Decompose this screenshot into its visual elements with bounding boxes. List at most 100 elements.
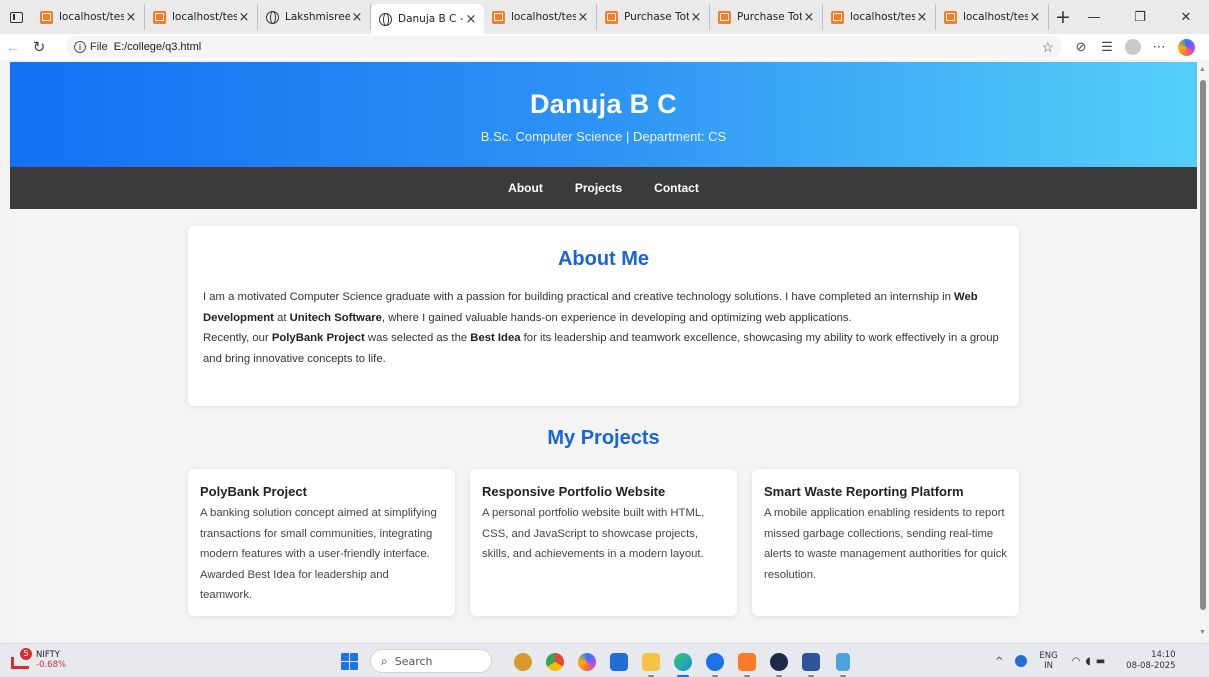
more-menu-icon[interactable]: ⋯: [1146, 34, 1172, 60]
page-header: Danuja B C B.Sc. Computer Science | Depa…: [10, 62, 1197, 167]
about-text: I am a motivated Computer Science gradua…: [203, 287, 1004, 369]
address-bar[interactable]: i File E:/college/q3.html ☆: [66, 36, 1062, 58]
tab-close-icon[interactable]: ×: [1028, 10, 1042, 25]
about-title: About Me: [557, 248, 650, 270]
tab-title: localhost/testp: [172, 11, 237, 23]
browser-toolbar: ← ↻ i File E:/college/q3.html ☆ ⊘ ☰ ⋯: [0, 34, 1209, 60]
xampp-icon: [831, 10, 844, 24]
minimize-icon[interactable]: —: [1071, 0, 1117, 34]
scroll-up-icon[interactable]: ▲: [1199, 66, 1206, 73]
tab-actions-button[interactable]: [0, 0, 32, 34]
extensions-icon[interactable]: ⊘: [1068, 34, 1094, 60]
taskbar: 5 NIFTY -0.68% ⌕ Search ^ ENG IN ◠◖▬ 14:: [0, 643, 1209, 677]
page-scrollbar[interactable]: ▲ ▼: [1198, 62, 1207, 640]
app-icon-xampp[interactable]: [731, 649, 763, 677]
favorites-icon[interactable]: ☰: [1094, 34, 1120, 60]
profile-avatar-icon[interactable]: [1125, 39, 1141, 55]
browser-tab[interactable]: localhost/testp×: [484, 4, 597, 30]
scroll-thumb[interactable]: [1200, 80, 1206, 610]
app-icon-file-explorer[interactable]: [635, 649, 667, 677]
browser-tab[interactable]: localhost/testp×: [32, 4, 145, 30]
tab-close-icon[interactable]: ×: [915, 10, 929, 25]
xampp-icon: [40, 10, 53, 24]
stock-widget-text: NIFTY -0.68%: [36, 650, 66, 670]
tab-actions-icon: [9, 11, 23, 23]
refresh-icon[interactable]: ↻: [26, 34, 52, 60]
restore-icon[interactable]: ❐: [1117, 0, 1163, 34]
app-icon-chrome-notify[interactable]: [699, 649, 731, 677]
nav-link-contact[interactable]: Contact: [654, 181, 699, 195]
tab-title: Purchase Total: [737, 11, 802, 23]
system-tray: ^ ENG IN ◠◖▬ 14:10 08-08-2025: [995, 644, 1176, 677]
scroll-down-icon[interactable]: ▼: [1199, 629, 1206, 636]
project-card: Smart Waste Reporting Platform A mobile …: [752, 469, 1019, 616]
clock[interactable]: 14:10 08-08-2025: [1126, 650, 1175, 672]
tab-title: localhost/testp: [850, 11, 915, 23]
projects-title: My Projects: [547, 427, 660, 449]
project-name: PolyBank Project: [200, 484, 307, 499]
search-placeholder: Search: [394, 654, 433, 668]
page-subtitle: B.Sc. Computer Science | Department: CS: [480, 129, 727, 144]
browser-tab[interactable]: localhost/testp×: [145, 4, 258, 30]
url-text[interactable]: E:/college/q3.html: [114, 41, 201, 53]
tab-close-icon[interactable]: ×: [350, 10, 364, 25]
about-highlight: Unitech Software: [289, 311, 382, 324]
tab-close-icon[interactable]: ×: [237, 10, 251, 25]
info-icon[interactable]: i: [74, 41, 86, 53]
xampp-icon: [605, 10, 618, 24]
project-name: Responsive Portfolio Website: [482, 484, 666, 499]
browser-tab-active[interactable]: Danuja B C - Po×: [371, 4, 484, 34]
about-highlight: Best Idea: [470, 332, 521, 344]
app-icon-word[interactable]: [795, 649, 827, 677]
copilot-icon[interactable]: [1178, 38, 1195, 56]
app-icon-store[interactable]: [603, 649, 635, 675]
language-code: ENG: [1039, 651, 1058, 661]
browser-tab[interactable]: localhost/testp×: [823, 4, 936, 30]
scheme-label: File: [90, 41, 108, 53]
tab-close-icon[interactable]: ×: [802, 10, 816, 25]
globe-icon: [379, 12, 392, 26]
windows-start-icon[interactable]: [341, 653, 358, 670]
browser-tab-strip: localhost/testp× localhost/testp× Lakshm…: [0, 0, 1209, 34]
back-arrow-icon[interactable]: ←: [0, 34, 26, 60]
region-code: IN: [1044, 661, 1053, 671]
xampp-icon: [944, 10, 957, 24]
language-indicator[interactable]: ENG IN: [1039, 651, 1057, 671]
tab-title: Lakshmisree T: [285, 11, 350, 23]
taskbar-search[interactable]: ⌕ Search: [370, 649, 492, 673]
app-icon-edge[interactable]: [667, 649, 699, 677]
project-description: A mobile application enabling residents …: [764, 507, 1008, 581]
globe-icon: [266, 10, 279, 24]
app-icon-media[interactable]: [763, 649, 795, 677]
tab-close-icon[interactable]: ×: [464, 12, 478, 27]
network-volume-battery-icons[interactable]: ◠◖▬: [1072, 656, 1110, 667]
show-hidden-icons-icon[interactable]: ^: [995, 656, 1003, 667]
tab-close-icon[interactable]: ×: [689, 10, 703, 25]
app-icon-copilot[interactable]: [571, 649, 603, 675]
browser-tab[interactable]: Purchase Total×: [710, 4, 823, 30]
toolbar-icons: ⊘ ☰ ⋯: [1068, 34, 1195, 60]
onedrive-icon[interactable]: [1015, 655, 1028, 667]
search-icon: ⌕: [381, 653, 388, 668]
tab-close-icon[interactable]: ×: [576, 10, 590, 25]
app-icon-widget[interactable]: [507, 649, 539, 675]
xampp-icon: [153, 10, 166, 24]
xampp-icon: [718, 10, 731, 24]
stock-widget[interactable]: 5 NIFTY -0.68%: [9, 648, 66, 672]
project-description: A personal portfolio website built with …: [482, 507, 705, 560]
close-window-icon[interactable]: ✕: [1163, 0, 1209, 34]
tab-close-icon[interactable]: ×: [124, 10, 138, 25]
xampp-icon: [492, 10, 505, 24]
nav-link-about[interactable]: About: [508, 181, 543, 195]
app-icon-chrome[interactable]: [539, 649, 571, 675]
nav-link-projects[interactable]: Projects: [575, 181, 622, 195]
browser-tab[interactable]: localhost/testp×: [936, 4, 1049, 30]
tab-title: localhost/testp: [59, 11, 124, 23]
clock-date: 08-08-2025: [1126, 661, 1176, 671]
favorite-star-icon[interactable]: ☆: [1041, 39, 1054, 56]
browser-tab[interactable]: Lakshmisree T×: [258, 4, 371, 30]
site-nav: About Projects Contact: [10, 167, 1197, 209]
browser-tab[interactable]: Purchase Total×: [597, 4, 710, 30]
about-card: About Me I am a motivated Computer Scien…: [188, 226, 1019, 406]
app-icon-notepad[interactable]: [827, 649, 859, 677]
